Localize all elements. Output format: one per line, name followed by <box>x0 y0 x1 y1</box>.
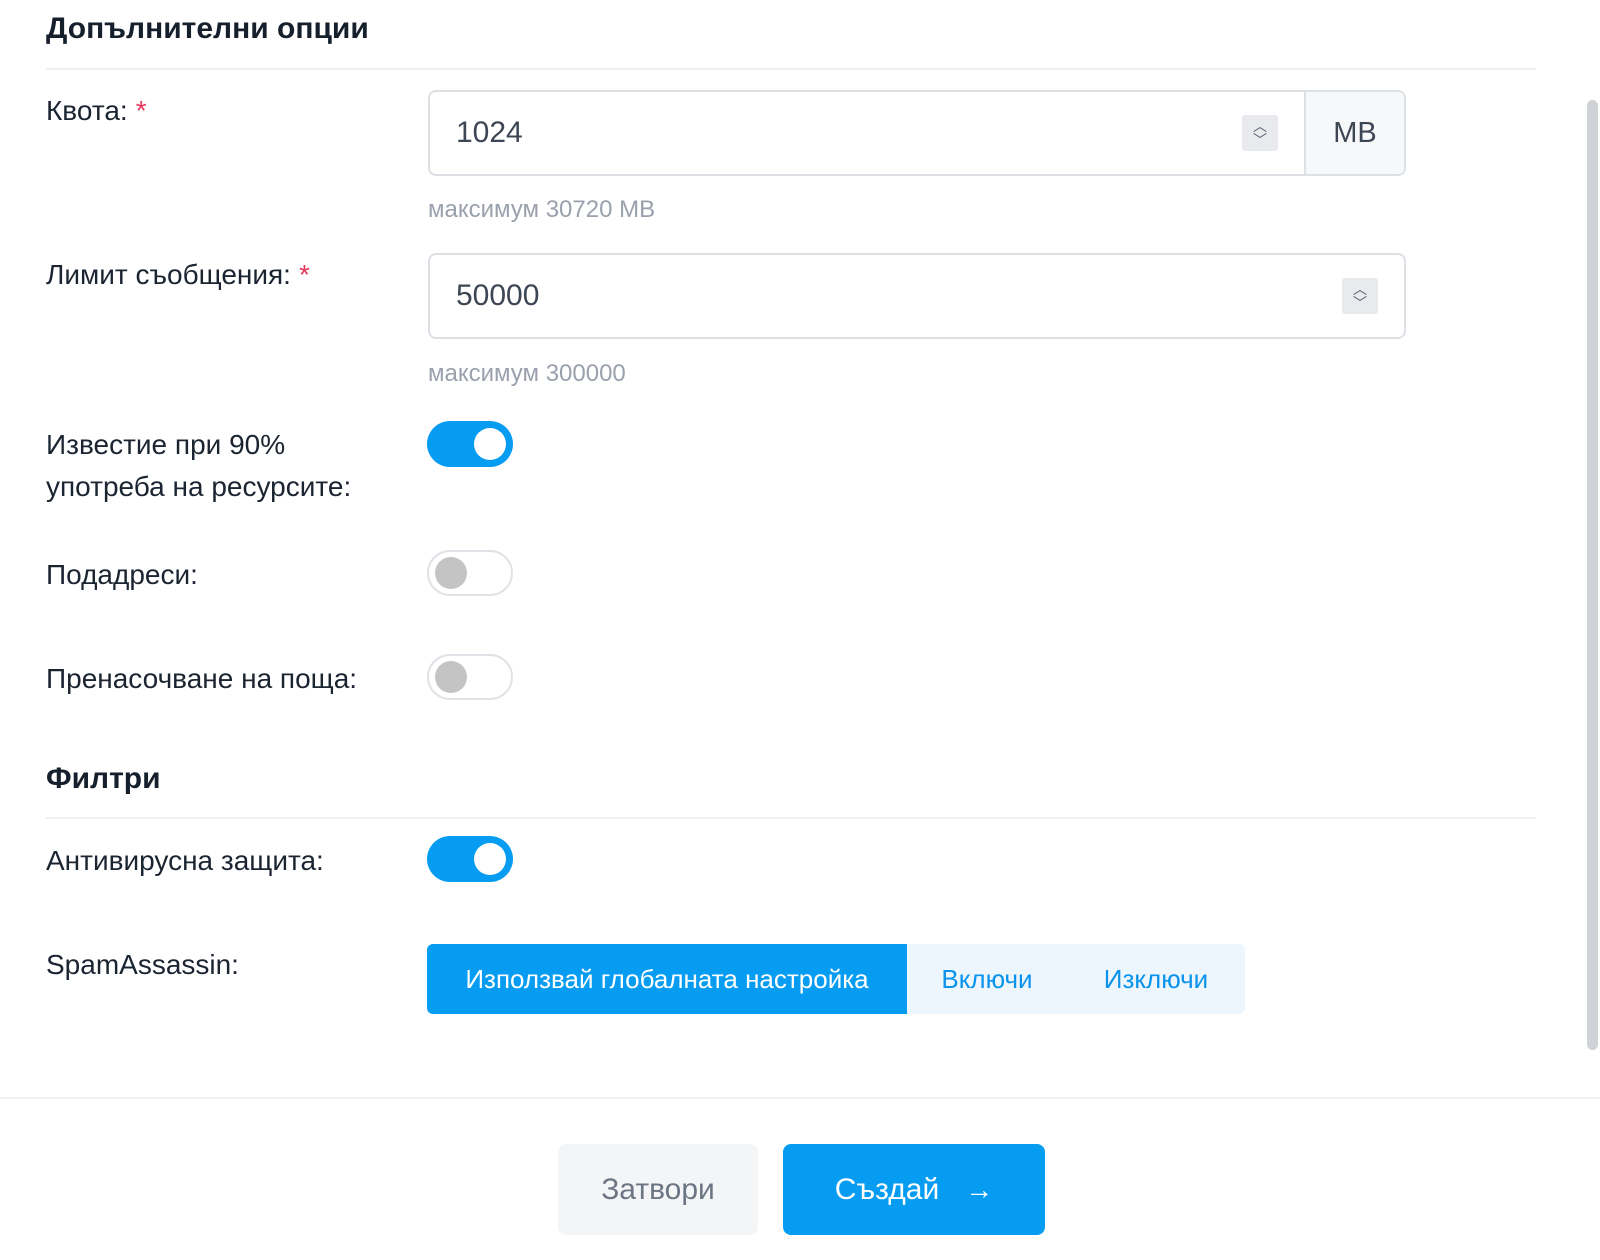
antivirus-toggle[interactable] <box>427 836 513 882</box>
mailbox-form: Допълнителни опции Квота: * 1024 ︿ ﹀ MB м… <box>0 0 1600 1260</box>
chevron-down-icon[interactable]: ﹀ <box>1253 133 1267 147</box>
scrollbar[interactable] <box>1587 100 1598 1050</box>
chevron-down-icon[interactable]: ﹀ <box>1353 296 1367 310</box>
message-limit-value[interactable]: 50000 <box>430 255 1342 337</box>
required-mark: * <box>135 95 147 126</box>
section-divider <box>46 817 1536 819</box>
close-button[interactable]: Затвори <box>558 1144 758 1235</box>
mail-forwarding-label: Пренасочване на поща: <box>46 663 358 694</box>
section-title-additional-options: Допълнителни опции <box>46 12 369 45</box>
section-divider <box>46 68 1536 70</box>
toggle-knob <box>474 843 506 875</box>
quota-spinner[interactable]: ︿ ﹀ <box>1242 115 1278 151</box>
message-limit-hint: максимум 300000 <box>428 360 626 387</box>
antivirus-label: Антивирусна защита: <box>46 845 324 876</box>
quota-value[interactable]: 1024 <box>430 92 1242 174</box>
toggle-knob <box>435 661 467 693</box>
toggle-knob <box>435 557 467 589</box>
footer-divider <box>0 1097 1600 1099</box>
spamassassin-option-disable[interactable]: Изключи <box>1067 944 1245 1014</box>
chevron-up-icon[interactable]: ︿ <box>1353 282 1367 296</box>
create-button-label: Създай <box>834 1172 940 1206</box>
section-title-filters: Филтри <box>46 762 161 795</box>
toggle-knob <box>474 428 506 460</box>
required-mark: * <box>298 259 310 290</box>
create-button[interactable]: Създай → <box>783 1144 1045 1235</box>
arrow-right-icon: → <box>965 1173 994 1205</box>
spamassassin-segmented-control: Използвай глобалната настройка Включи Из… <box>427 944 1245 1014</box>
message-limit-spinner[interactable]: ︿ ﹀ <box>1342 278 1378 314</box>
quota-hint: максимум 30720 MB <box>428 196 656 223</box>
quota-unit-addon: MB <box>1304 92 1404 174</box>
quota-label: Квота: * <box>46 95 147 126</box>
mail-forwarding-toggle[interactable] <box>427 654 513 700</box>
spamassassin-option-global[interactable]: Използвай глобалната настройка <box>427 944 907 1014</box>
spamassassin-label: SpamAssassin: <box>46 949 239 980</box>
spamassassin-option-enable[interactable]: Включи <box>907 944 1067 1014</box>
message-limit-input[interactable]: 50000 ︿ ﹀ <box>428 253 1406 339</box>
usage-notice-label: Известие при 90% употреба на ресурсите: <box>46 429 352 502</box>
message-limit-label: Лимит съобщения: * <box>46 259 310 290</box>
subaddresses-label: Подадреси: <box>46 559 198 590</box>
subaddresses-toggle[interactable] <box>427 550 513 596</box>
usage-notice-toggle[interactable] <box>427 421 513 467</box>
quota-input[interactable]: 1024 ︿ ﹀ MB <box>428 90 1406 176</box>
chevron-up-icon[interactable]: ︿ <box>1253 119 1267 133</box>
